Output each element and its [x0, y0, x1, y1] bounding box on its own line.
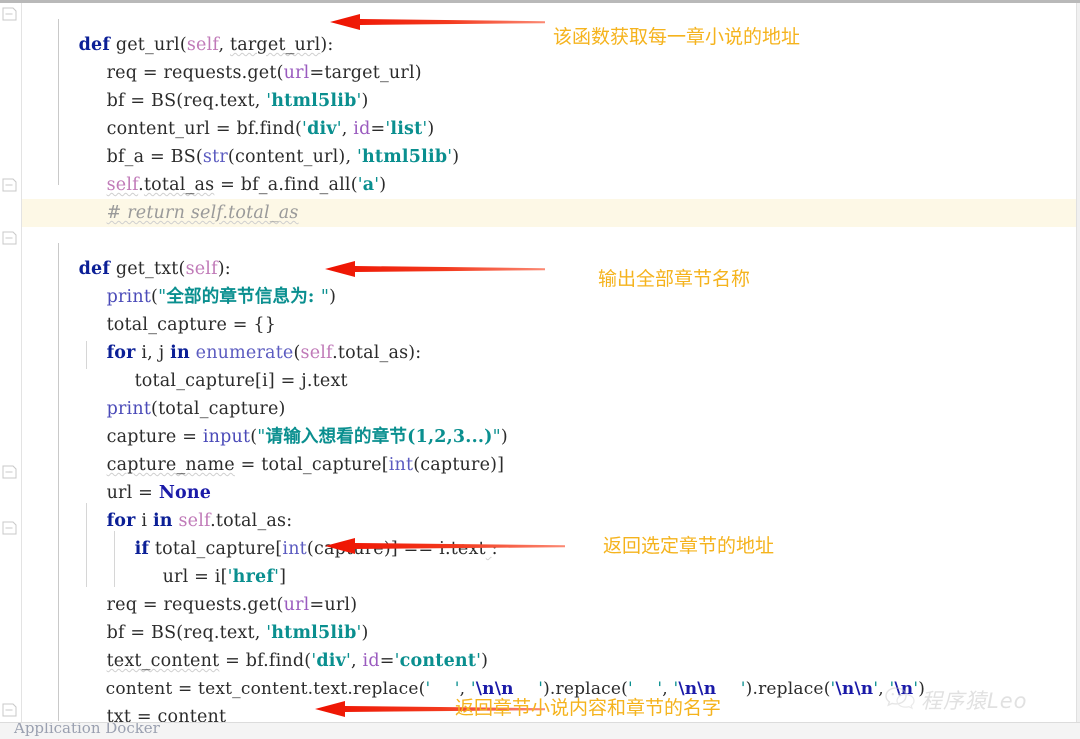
annotation-arrow-2 [325, 258, 545, 280]
code-line[interactable]: print(total_capture) [72, 367, 286, 419]
annotation-arrow-3 [325, 535, 565, 557]
code-line[interactable]: req = requests.get(url=target_url) [72, 31, 422, 83]
code-line[interactable]: print("全部的章节信息为: ") [72, 255, 336, 307]
annotation-label-2: 输出全部章节名称 [598, 268, 751, 290]
fold-marker-icon[interactable] [2, 178, 17, 193]
fold-marker-icon[interactable] [2, 7, 17, 22]
code-line[interactable]: capture_name = total_capture[int(capture… [72, 423, 504, 475]
code-line[interactable]: bf = BS(req.text, 'html5lib') [72, 59, 369, 111]
code-text-area[interactable]: def get_url(self, target_url): req = req… [22, 3, 1080, 722]
annotation-label-1: 该函数获取每一章小说的地址 [553, 26, 801, 48]
code-line[interactable]: for i in self.total_as: [72, 479, 293, 531]
code-line[interactable]: content = text_content.text.replace(' ',… [72, 647, 925, 699]
code-line[interactable]: bf = BS(req.text, 'html5lib') [72, 591, 369, 643]
editor-right-edge [1076, 3, 1080, 722]
code-line[interactable]: if total_capture[int(capture)] == i.text… [100, 507, 498, 559]
annotation-label-4: 返回章节小说内容和章节的名字 [455, 697, 722, 719]
fold-marker-icon[interactable] [2, 521, 17, 536]
code-line[interactable]: for i, j in enumerate(self.total_as): [72, 311, 422, 363]
code-line[interactable]: txt = content [72, 675, 226, 722]
code-line[interactable]: req = requests.get(url=url) [72, 563, 357, 615]
block-structure-rule [58, 243, 59, 721]
bottom-cut-text: Application Docker [14, 722, 160, 737]
code-line[interactable]: text_content = bf.find('div', id='conten… [72, 619, 488, 671]
code-line[interactable]: total_capture = {} [72, 283, 276, 335]
annotation-arrow-1 [330, 11, 545, 33]
code-line[interactable]: url = None [72, 451, 211, 503]
code-line[interactable]: return capture_name, txt [72, 703, 341, 722]
code-line[interactable]: content_url = bf.find('div', id='list') [72, 87, 435, 139]
code-line-comment[interactable]: # return self.total_as [72, 171, 299, 223]
code-line[interactable]: self.total_as = bf_a.find_all('a') [72, 143, 387, 195]
code-line[interactable]: def get_txt(self): [44, 227, 231, 279]
watermark-text: 程序猿Leo [921, 689, 1028, 713]
code-editor-pane[interactable]: def get_url(self, target_url): req = req… [0, 0, 1080, 722]
code-line[interactable]: def get_url(self, target_url): [44, 3, 334, 55]
wechat-icon [885, 685, 915, 715]
watermark: 程序猿Leo [885, 685, 1027, 715]
code-line[interactable]: url = i['href'] [128, 535, 286, 587]
code-line[interactable]: bf_a = BS(str(content_url), 'html5lib') [72, 115, 460, 167]
fold-marker-icon[interactable] [2, 703, 17, 718]
code-line[interactable]: capture = input("请输入想看的章节(1,2,3...)") [72, 395, 508, 447]
code-line[interactable]: total_capture[i] = j.text [100, 339, 348, 391]
bottom-status-strip[interactable]: Application Docker [0, 722, 1080, 739]
editor-gutter[interactable] [0, 3, 22, 722]
annotation-label-3: 返回选定章节的地址 [603, 535, 775, 557]
fold-marker-icon[interactable] [2, 231, 17, 246]
fold-marker-icon[interactable] [2, 465, 17, 480]
